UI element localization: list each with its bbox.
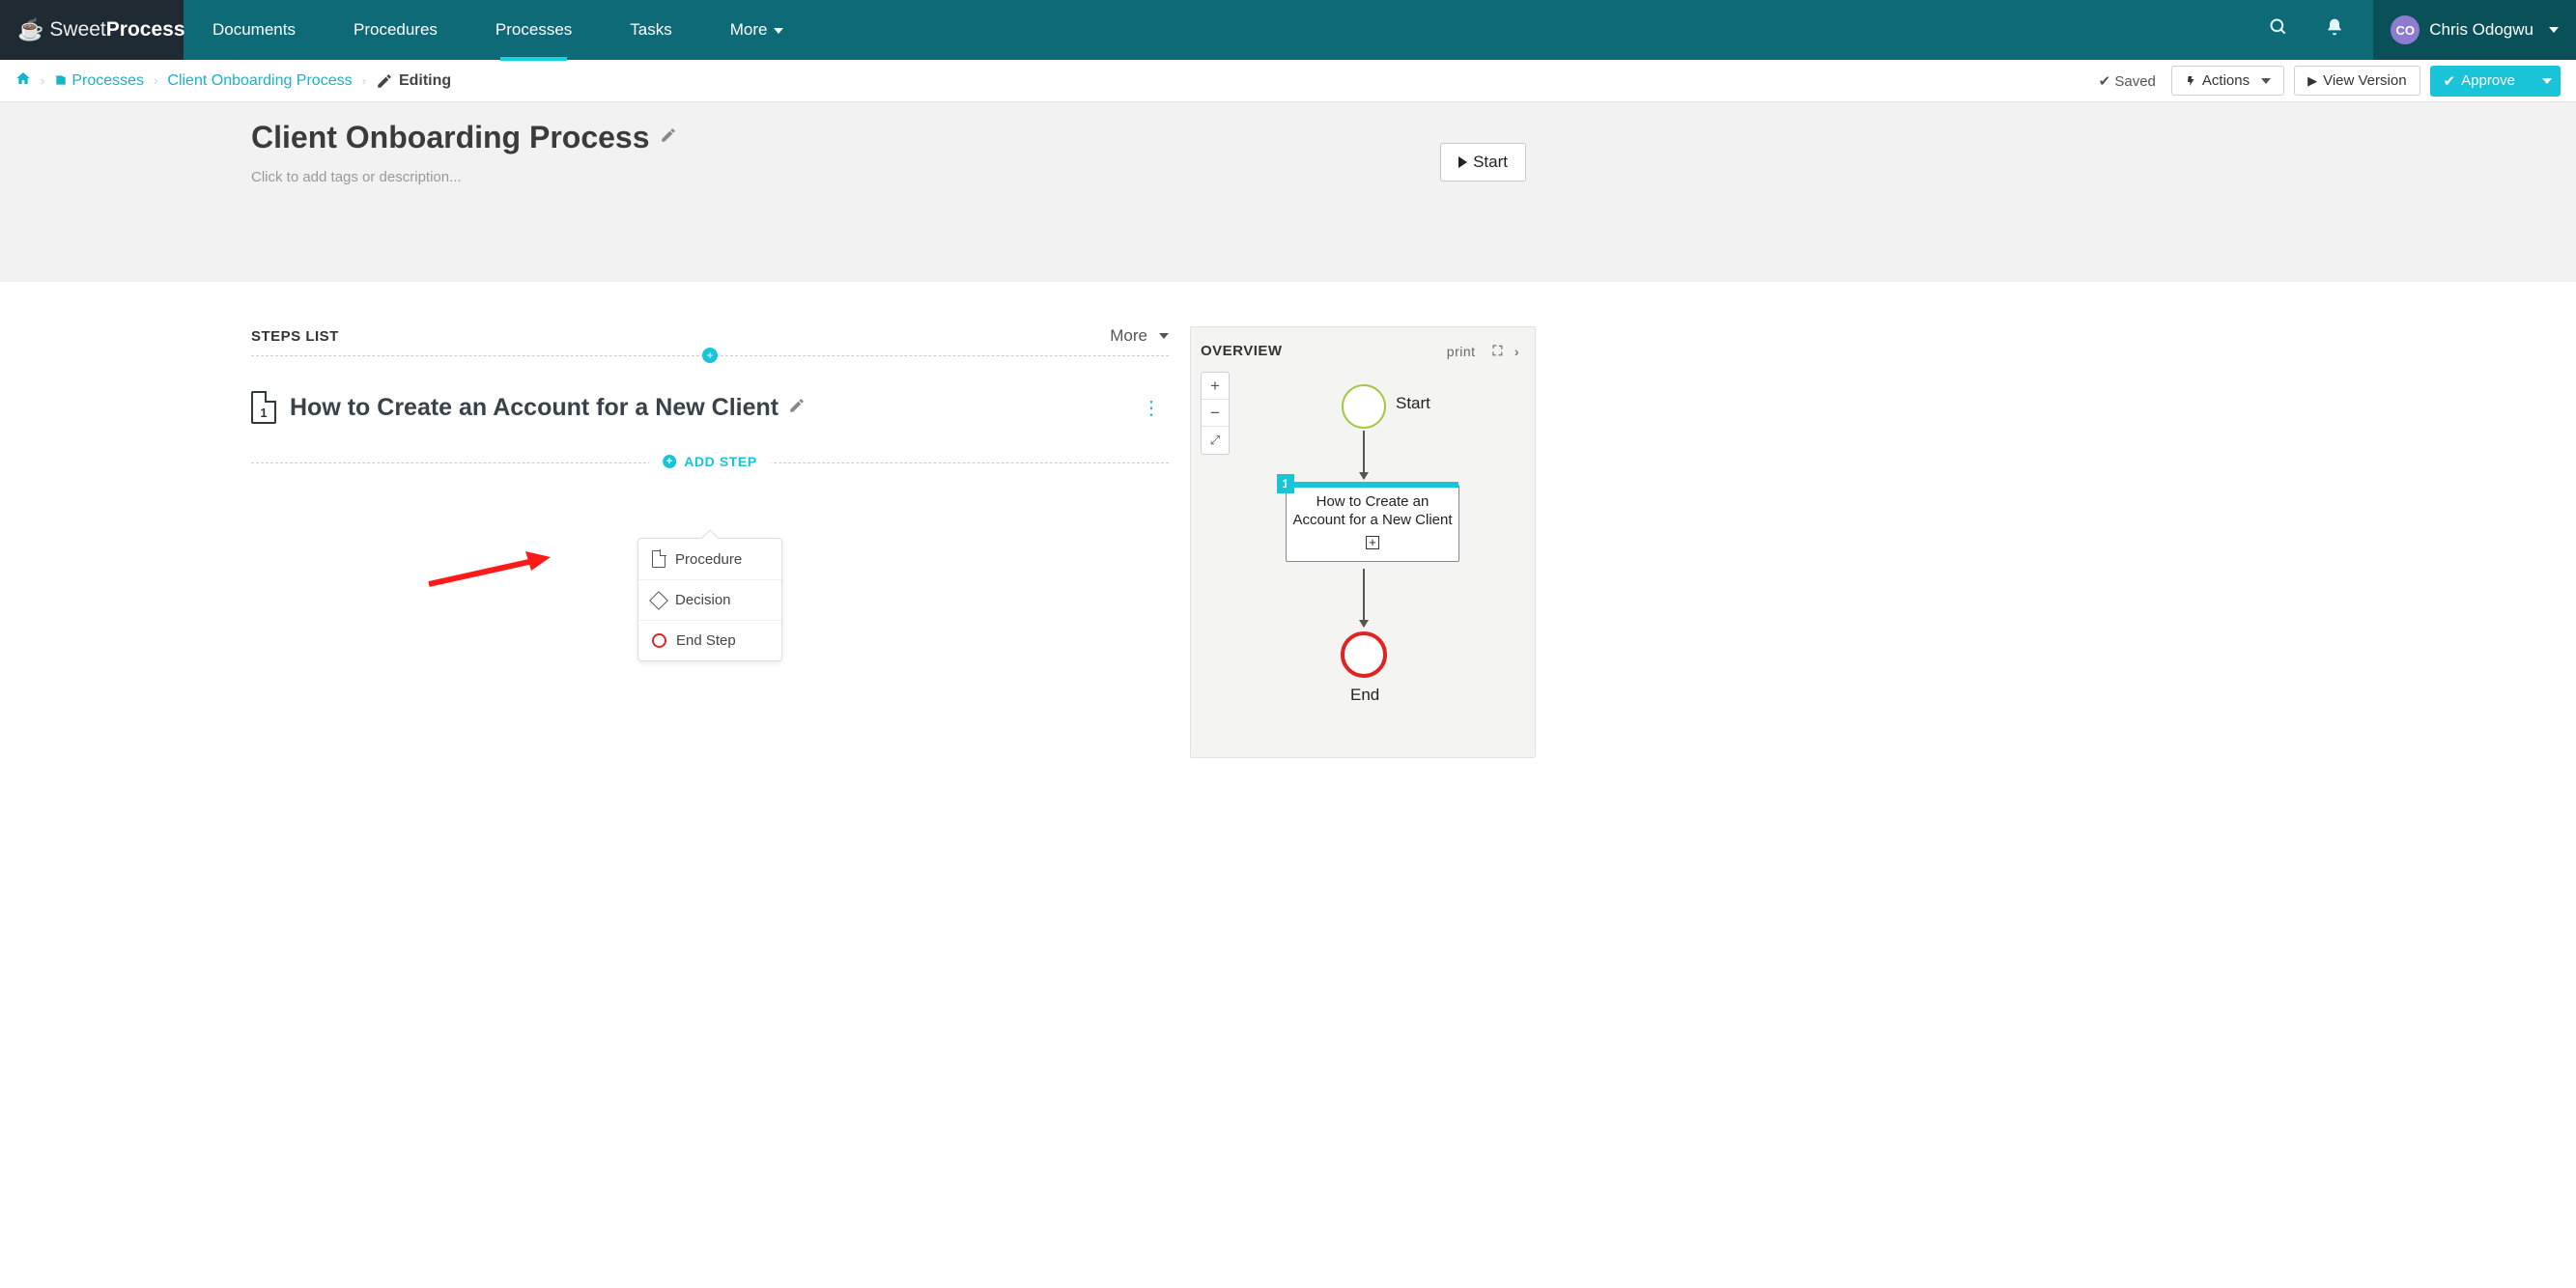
title-area: Client Onboarding Process Click to add t… — [0, 102, 2576, 282]
user-menu[interactable]: CO Chris Odogwu — [2373, 0, 2576, 60]
chevron-down-icon — [1159, 333, 1169, 339]
step-number-icon: 1 — [251, 391, 276, 424]
actions-label: Actions — [2202, 72, 2250, 89]
approve-dropdown[interactable] — [2528, 66, 2561, 97]
breadcrumb-processes-label: Processes — [71, 72, 144, 89]
chevron-right-icon: ▶ — [2307, 73, 2317, 89]
page-title-text: Client Onboarding Process — [251, 120, 650, 155]
subheader: › Processes › Client Onboarding Process … — [0, 60, 2576, 102]
step-row[interactable]: 1 How to Create an Account for a New Cli… — [251, 383, 1169, 432]
add-step-divider: + ADD STEP — [251, 462, 1169, 463]
header-right: CO Chris Odogwu — [2261, 0, 2576, 60]
nav-more[interactable]: More — [701, 1, 812, 59]
add-step-decision[interactable]: Decision — [638, 580, 781, 621]
steps-more[interactable]: More — [1110, 326, 1169, 346]
chevron-right-icon: › — [41, 73, 44, 88]
process-diagram: Start 1 How to Create an Account for a N… — [1201, 380, 1525, 728]
add-step-decision-label: Decision — [675, 592, 731, 608]
bell-icon[interactable] — [2317, 10, 2352, 50]
view-version-label: View Version — [2323, 72, 2406, 89]
overview-heading: OVERVIEW — [1201, 343, 1283, 359]
edit-title-icon[interactable] — [660, 126, 677, 149]
steps-list: STEPS LIST More + 1 How to Create an Acc… — [251, 326, 1169, 463]
add-step-popover: Procedure Decision End Step — [637, 538, 782, 661]
add-step-button[interactable]: + ADD STEP — [649, 452, 771, 471]
add-step-label: ADD STEP — [684, 454, 757, 469]
page-title[interactable]: Client Onboarding Process — [251, 120, 1526, 155]
nav-procedures[interactable]: Procedures — [325, 1, 467, 59]
diagram-end-node[interactable] — [1341, 631, 1387, 678]
bolt-icon — [2185, 74, 2196, 88]
top-navbar: ☕ SweetProcess Documents Procedures Proc… — [0, 0, 2576, 60]
diamond-icon — [649, 591, 668, 610]
view-version-button[interactable]: ▶ View Version — [2294, 66, 2420, 96]
approve-label: Approve — [2461, 72, 2515, 89]
breadcrumb-process-name[interactable]: Client Onboarding Process — [167, 72, 352, 90]
plus-icon: + — [663, 455, 676, 468]
end-circle-icon — [652, 633, 666, 648]
logo[interactable]: ☕ SweetProcess — [0, 0, 184, 60]
diagram-step-node[interactable]: 1 How to Create an Account for a New Cli… — [1286, 485, 1459, 562]
add-step-endstep-label: End Step — [676, 632, 736, 649]
diagram-expand-icon[interactable]: + — [1366, 536, 1379, 549]
diagram-start-label: Start — [1396, 394, 1430, 413]
chevron-right-icon[interactable]: › — [1509, 342, 1525, 361]
chevron-down-icon — [2549, 27, 2559, 33]
nav-documents[interactable]: Documents — [184, 1, 325, 59]
edit-step-icon[interactable] — [788, 397, 806, 419]
document-icon — [652, 550, 665, 568]
step-number: 1 — [253, 406, 274, 420]
logo-process: Process — [106, 18, 185, 41]
nav-tasks[interactable]: Tasks — [601, 1, 700, 59]
add-step-procedure-label: Procedure — [675, 551, 742, 568]
insert-step-divider: + — [251, 355, 1169, 356]
chevron-down-icon — [2261, 78, 2271, 84]
chevron-down-icon — [2542, 78, 2552, 84]
steps-list-heading: STEPS LIST — [251, 328, 339, 345]
tags-description-hint[interactable]: Click to add tags or description... — [251, 169, 1526, 185]
add-step-procedure[interactable]: Procedure — [638, 539, 781, 580]
annotation-arrow — [425, 551, 551, 590]
chevron-right-icon: › — [362, 73, 366, 88]
breadcrumb-processes[interactable]: Processes — [54, 72, 144, 90]
diagram-end-label: End — [1350, 686, 1379, 705]
saved-status: ✔ Saved — [2099, 72, 2156, 90]
add-step-endstep[interactable]: End Step — [638, 621, 781, 660]
breadcrumb-editing: Editing — [376, 72, 451, 90]
main-content: STEPS LIST More + 1 How to Create an Acc… — [251, 326, 1536, 758]
diagram-start-node[interactable] — [1342, 384, 1386, 429]
user-name: Chris Odogwu — [2429, 20, 2534, 40]
chevron-down-icon — [774, 28, 783, 34]
nav-processes[interactable]: Processes — [467, 1, 601, 59]
home-icon[interactable] — [15, 70, 31, 91]
nav-links: Documents Procedures Processes Tasks Mor… — [184, 0, 812, 60]
pencil-icon — [376, 72, 393, 90]
diagram-step-title: How to Create an Account for a New Clien… — [1292, 493, 1453, 530]
insert-step-plus[interactable]: + — [702, 348, 718, 363]
logo-sweet: Sweet — [49, 18, 105, 41]
nav-more-label: More — [730, 20, 768, 39]
breadcrumb-editing-label: Editing — [399, 72, 451, 90]
actions-button[interactable]: Actions — [2171, 66, 2284, 96]
arrow-icon — [1363, 569, 1365, 627]
diagram-step-bar — [1287, 482, 1458, 488]
approve-button[interactable]: ✔ Approve — [2430, 66, 2529, 97]
logo-icon: ☕ — [17, 17, 43, 42]
print-link[interactable]: print — [1447, 344, 1476, 359]
avatar: CO — [2391, 15, 2420, 44]
search-icon[interactable] — [2261, 10, 2296, 50]
step-title: How to Create an Account for a New Clien… — [290, 394, 778, 422]
steps-more-label: More — [1110, 326, 1147, 346]
expand-icon[interactable]: ⛶ — [1487, 341, 1509, 361]
play-icon — [1458, 156, 1467, 168]
start-label: Start — [1473, 153, 1508, 172]
chevron-right-icon: › — [154, 73, 157, 88]
step-kebab-menu[interactable]: ⋮ — [1134, 392, 1169, 424]
overview-panel: OVERVIEW print ⛶ › + − ⤢ Start 1 How to … — [1190, 326, 1536, 758]
start-button[interactable]: Start — [1440, 143, 1526, 182]
arrow-icon — [1363, 431, 1365, 479]
